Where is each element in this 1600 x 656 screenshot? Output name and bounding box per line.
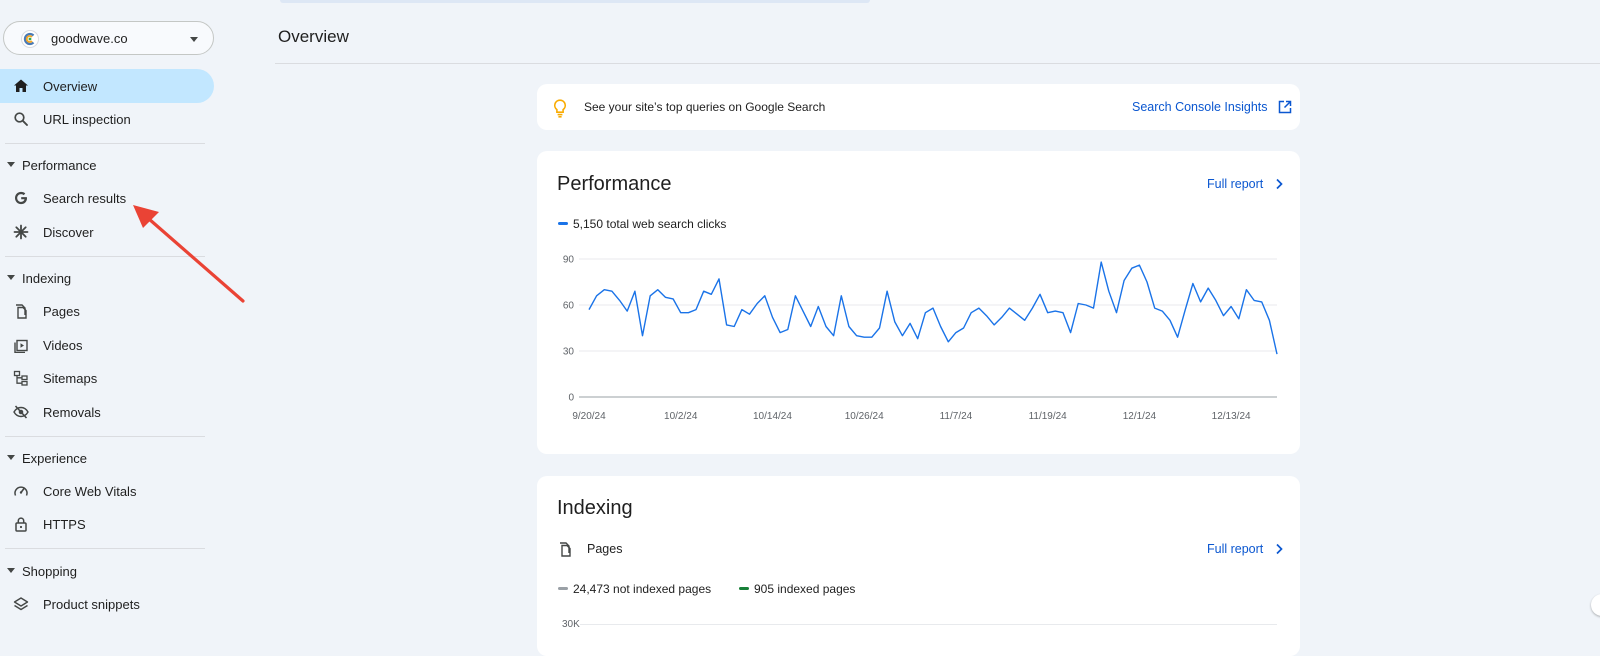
annotation-arrow bbox=[133, 205, 245, 303]
lightbulb-icon bbox=[554, 99, 566, 118]
pages-icon bbox=[560, 542, 571, 557]
search-icon bbox=[14, 112, 28, 126]
sidebar-divider bbox=[5, 143, 205, 144]
indexing-y-tick: 30K bbox=[562, 619, 580, 630]
sidebar-item-label: Search results bbox=[43, 191, 127, 206]
sidebar-divider bbox=[5, 436, 205, 437]
x-tick-label: 12/1/24 bbox=[1123, 411, 1157, 422]
open-in-new-icon[interactable] bbox=[1278, 100, 1292, 114]
clicks-series-line bbox=[588, 261, 1278, 355]
x-tick-label: 10/14/24 bbox=[753, 411, 792, 422]
sidebar-item-label: Removals bbox=[43, 405, 101, 420]
sidebar-item-label: Videos bbox=[43, 338, 83, 353]
section-label: Indexing bbox=[22, 271, 72, 286]
section-label: Performance bbox=[22, 158, 97, 173]
collapse-triangle-icon bbox=[7, 275, 15, 280]
sidebar-item-label: Core Web Vitals bbox=[43, 484, 137, 499]
sidebar-divider bbox=[5, 548, 205, 549]
collapse-triangle-icon bbox=[7, 162, 15, 167]
section-shopping[interactable]: Shopping bbox=[0, 562, 214, 582]
collapse-triangle-icon bbox=[7, 455, 15, 460]
property-logo-icon bbox=[21, 30, 39, 48]
asterisk-icon bbox=[13, 224, 29, 240]
sidebar-item-product-snippets[interactable]: Product snippets bbox=[0, 587, 214, 621]
sidebar-item-label: Overview bbox=[43, 79, 98, 94]
y-tick-label: 60 bbox=[563, 301, 575, 312]
x-tick-label: 9/20/24 bbox=[572, 411, 606, 422]
performance-card: Performance Full report 5,150 total web … bbox=[537, 151, 1300, 454]
top-progress-strip bbox=[280, 0, 870, 3]
sidebar-item-core-web-vitals[interactable]: Core Web Vitals bbox=[0, 474, 214, 508]
x-tick-label: 10/2/24 bbox=[664, 411, 698, 422]
eye-off-icon bbox=[13, 405, 29, 419]
sidebar-item-sitemaps[interactable]: Sitemaps bbox=[0, 361, 214, 395]
home-icon bbox=[14, 79, 28, 92]
sitemap-icon bbox=[13, 370, 28, 386]
pages-icon bbox=[16, 304, 27, 319]
section-performance[interactable]: Performance bbox=[0, 156, 214, 176]
collapse-triangle-icon bbox=[7, 568, 15, 573]
not-indexed-legend[interactable]: 24,473 not indexed pages bbox=[558, 582, 711, 596]
section-label: Shopping bbox=[22, 564, 77, 579]
header-divider bbox=[275, 63, 1600, 64]
sidebar-item-label: Pages bbox=[43, 304, 80, 319]
indexing-full-report-link[interactable]: Full report bbox=[1207, 542, 1263, 556]
indexing-subtitle: Pages bbox=[587, 542, 623, 556]
video-icon bbox=[14, 339, 28, 353]
layers-icon bbox=[13, 597, 29, 611]
insights-text: See your site’s top queries on Google Se… bbox=[584, 100, 826, 114]
sidebar-item-videos[interactable]: Videos bbox=[0, 328, 214, 362]
property-name: goodwave.co bbox=[51, 31, 128, 46]
indexing-gridline bbox=[580, 624, 1277, 625]
caret-down-icon bbox=[190, 37, 198, 42]
performance-chart: 0 30 60 90 9/20/24 10/2/24 10/14/24 10/26/24 11/… bbox=[563, 255, 1278, 422]
sidebar-item-label: URL inspection bbox=[43, 112, 131, 127]
sidebar-item-label: Sitemaps bbox=[43, 371, 98, 386]
google-g-icon bbox=[15, 191, 27, 205]
y-tick-label: 90 bbox=[563, 255, 575, 266]
scroll-handle[interactable] bbox=[1591, 594, 1600, 616]
chevron-right-icon[interactable] bbox=[1274, 542, 1284, 556]
indexed-legend-label: 905 indexed pages bbox=[754, 582, 856, 596]
not-indexed-legend-label: 24,473 not indexed pages bbox=[573, 582, 712, 596]
indexing-title: Indexing bbox=[557, 497, 633, 519]
sidebar: goodwave.co Overview URL inspection Perf… bbox=[0, 0, 220, 641]
y-tick-label: 30 bbox=[563, 347, 575, 358]
insights-card: See your site’s top queries on Google Se… bbox=[537, 84, 1300, 130]
x-tick-label: 10/26/24 bbox=[845, 411, 884, 422]
x-tick-label: 11/7/24 bbox=[940, 411, 973, 422]
section-label: Experience bbox=[22, 451, 88, 466]
sidebar-item-removals[interactable]: Removals bbox=[0, 395, 214, 429]
search-console-insights-link[interactable]: Search Console Insights bbox=[1132, 100, 1268, 114]
indexed-legend[interactable]: 905 indexed pages bbox=[739, 582, 855, 596]
legend-swatch bbox=[558, 587, 568, 591]
lock-icon bbox=[15, 517, 27, 532]
x-tick-label: 12/13/24 bbox=[1212, 411, 1251, 422]
sidebar-item-label: Product snippets bbox=[43, 597, 140, 612]
indexing-card: Indexing Pages Full report 24,473 not in… bbox=[537, 476, 1300, 656]
property-selector[interactable]: goodwave.co bbox=[3, 21, 214, 55]
sidebar-item-url-inspection[interactable]: URL inspection bbox=[0, 102, 214, 136]
sidebar-item-label: Discover bbox=[43, 225, 94, 240]
sidebar-item-https[interactable]: HTTPS bbox=[0, 507, 214, 541]
section-experience[interactable]: Experience bbox=[0, 449, 214, 469]
sidebar-item-label: HTTPS bbox=[43, 517, 86, 532]
y-tick-label: 0 bbox=[568, 393, 574, 404]
page-title: Overview bbox=[278, 27, 349, 46]
x-tick-label: 11/19/24 bbox=[1029, 411, 1068, 422]
speedometer-icon bbox=[14, 486, 28, 496]
sidebar-item-overview[interactable]: Overview bbox=[0, 69, 214, 103]
legend-swatch bbox=[739, 587, 749, 591]
